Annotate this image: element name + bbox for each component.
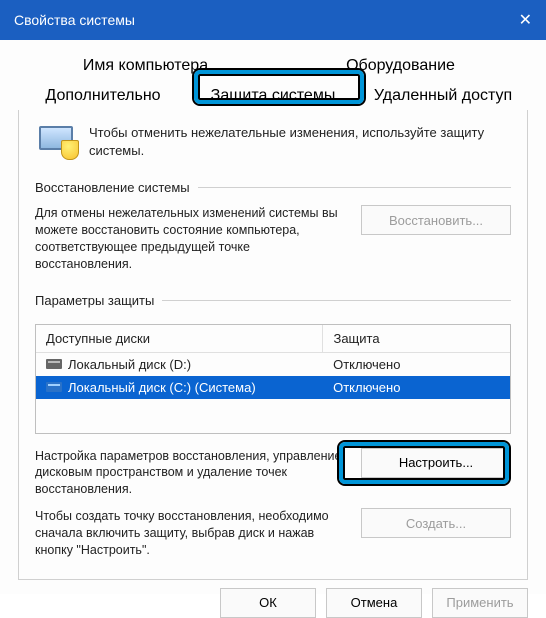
dialog-footer: ОК Отмена Применить [18,580,528,618]
create-description: Чтобы создать точку восстановления, необ… [35,508,347,559]
drive-name: Локальный диск (D:) [68,357,191,372]
tabs: Имя компьютера Оборудование Дополнительн… [18,50,528,110]
table-row[interactable]: Локальный диск (C:) (Система) Отключено [36,376,510,399]
apply-button[interactable]: Применить [432,588,528,618]
tab-hardware[interactable]: Оборудование [273,50,528,80]
window-title: Свойства системы [14,12,135,28]
disk-icon [46,359,62,369]
group-protection-label: Параметры защиты [35,293,511,308]
ok-button[interactable]: ОК [220,588,316,618]
restore-description: Для отмены нежелательных изменений систе… [35,205,347,273]
group-restore-label: Восстановление системы [35,180,511,195]
restore-button[interactable]: Восстановить... [361,205,511,235]
table-row[interactable]: Локальный диск (D:) Отключено [36,353,510,376]
titlebar: Свойства системы ✕ [0,0,546,40]
tab-remote[interactable]: Удаленный доступ [358,80,528,110]
tab-system-protection[interactable]: Защита системы [188,80,358,110]
drive-protection: Отключено [333,357,400,372]
tab-computer-name[interactable]: Имя компьютера [18,50,273,80]
create-button[interactable]: Создать... [361,508,511,538]
drive-name: Локальный диск (C:) (Система) [68,380,256,395]
intro-section: Чтобы отменить нежелательные изменения, … [35,124,511,160]
system-protection-icon [35,124,79,160]
column-header-protection[interactable]: Защита [323,325,510,353]
drives-table: Доступные диски Защита Локальный диск (D… [35,324,511,434]
close-icon[interactable]: ✕ [519,10,532,30]
cancel-button[interactable]: Отмена [326,588,422,618]
column-header-drives[interactable]: Доступные диски [36,325,323,353]
tab-advanced[interactable]: Дополнительно [18,80,188,110]
configure-description: Настройка параметров восстановления, упр… [35,448,347,499]
disk-icon [46,382,62,392]
configure-button[interactable]: Настроить... [361,448,511,478]
intro-text: Чтобы отменить нежелательные изменения, … [89,124,511,160]
drive-protection: Отключено [333,380,400,395]
